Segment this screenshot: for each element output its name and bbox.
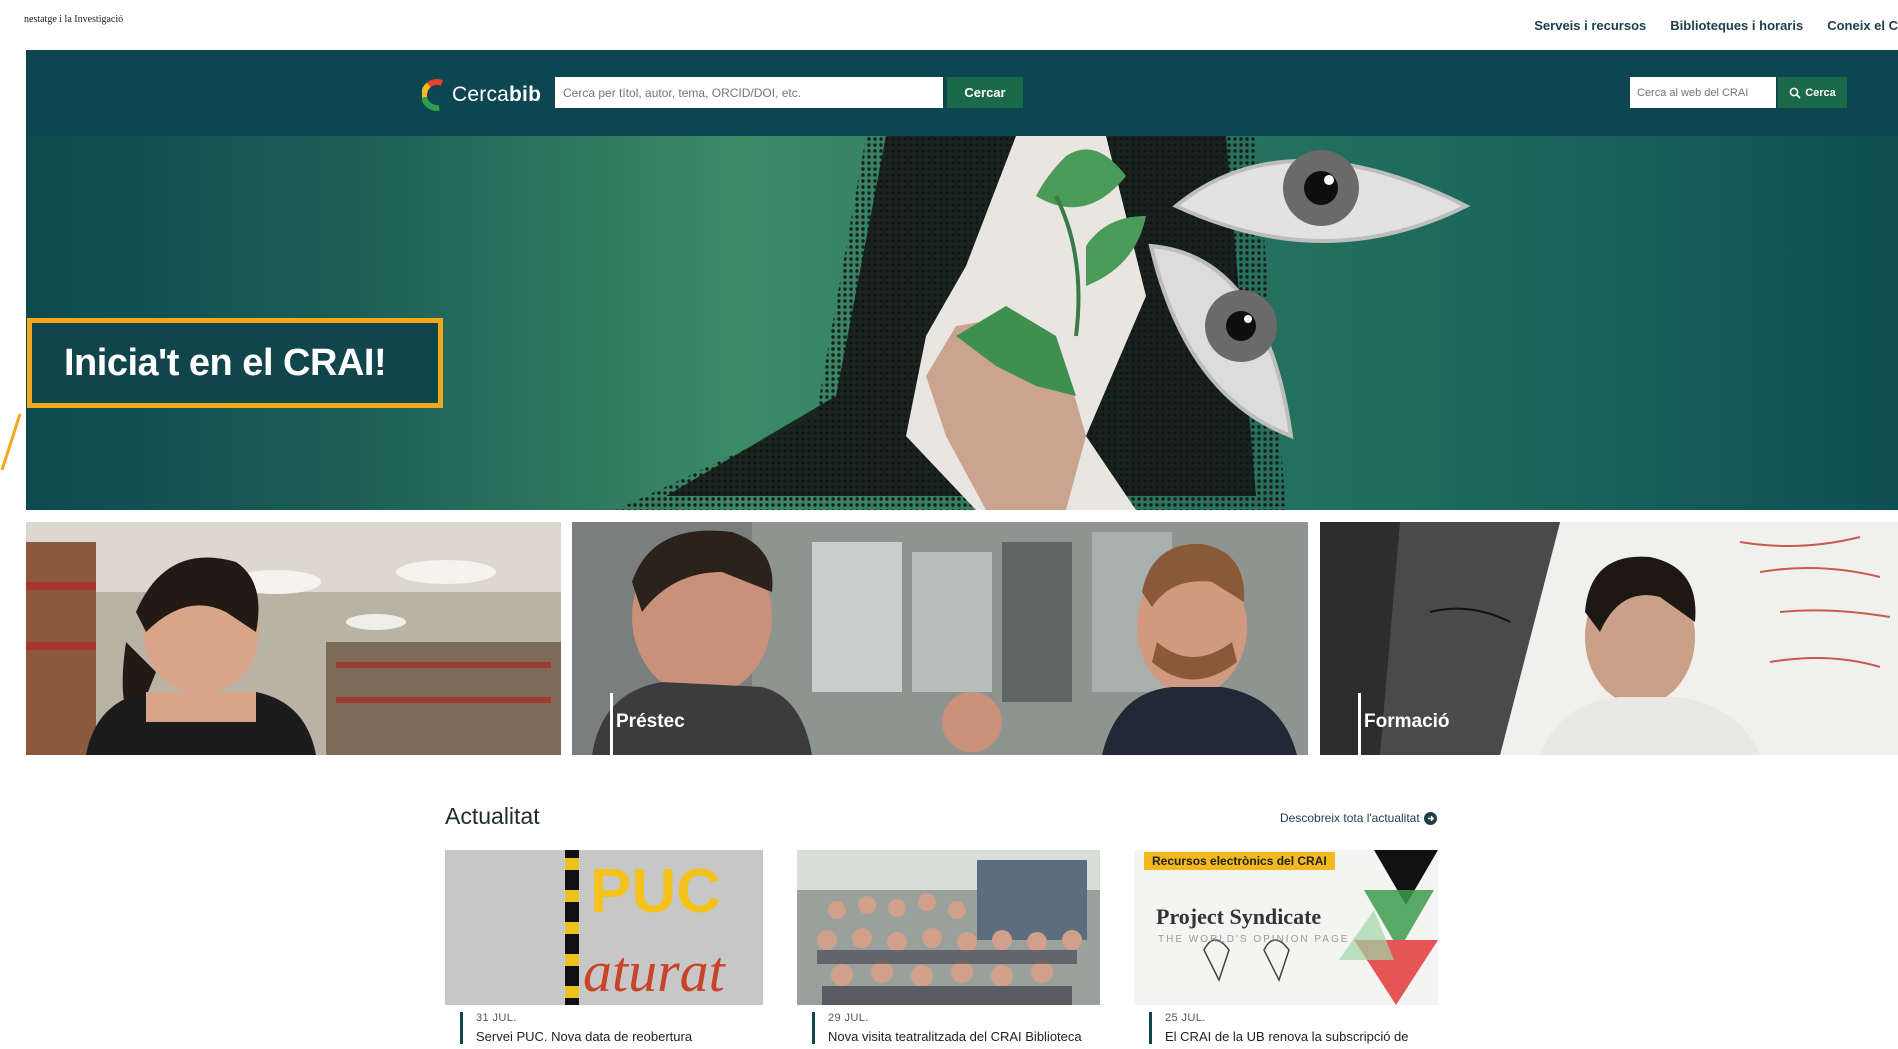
card-biblioteca[interactable] (26, 522, 561, 755)
top-navigation: Serveis i recursos Biblioteques i horari… (1534, 18, 1898, 33)
news-image-puc[interactable]: PUC aturat (445, 850, 763, 1005)
puc-image-text: PUC (590, 857, 721, 926)
cercabib-wordmark: Cercabib (452, 83, 541, 107)
news-headline: Nova visita teatralitzada del CRAI Bibli… (828, 1029, 1082, 1044)
web-search-input[interactable] (1630, 77, 1776, 108)
news-more-label: Descobreix tota l'actualitat (1280, 811, 1420, 825)
cercabib-logo-icon (422, 79, 444, 111)
news-date: 31 JUL. (476, 1012, 517, 1024)
arrow-right-circle-icon (1423, 811, 1437, 825)
hero-pointer-line (0, 413, 22, 471)
card-formacio[interactable]: Formació (1320, 522, 1898, 755)
nav-link-coneix[interactable]: Coneix el C (1827, 18, 1898, 33)
news-headline: Servei PUC. Nova data de reobertura (476, 1029, 693, 1044)
logo-prefix: Cerca (452, 83, 510, 106)
card-label-prestec: Préstec (616, 711, 685, 732)
group-photo (797, 850, 1100, 1005)
cercabib-search-input[interactable] (555, 77, 943, 108)
news-more-link[interactable]: Descobreix tota l'actualitat (1280, 811, 1437, 825)
nav-link-biblioteques[interactable]: Biblioteques i horaris (1670, 18, 1803, 33)
news-section-title: Actualitat (445, 803, 540, 829)
card-accent-bar (610, 693, 613, 755)
news-image-syndicate[interactable]: Recursos electrònics del CRAI Project Sy… (1134, 850, 1438, 1005)
card-prestec[interactable]: Préstec (572, 522, 1308, 755)
news-headline: El CRAI de la UB renova la subscripció d… (1165, 1029, 1409, 1044)
hero-highlight-box[interactable]: Inicia't en el CRAI! (27, 318, 443, 408)
nav-link-serveis[interactable]: Serveis i recursos (1534, 18, 1646, 33)
card-label-formacio: Formació (1364, 711, 1450, 732)
aturat-image-text: aturat (583, 939, 725, 1004)
page-title-cropped: nestatge i la Investigació (24, 14, 124, 25)
cercar-button[interactable]: Cercar (947, 77, 1023, 108)
syndicate-title: Project Syndicate (1156, 904, 1322, 929)
web-search-button[interactable]: Cerca (1778, 77, 1847, 108)
cercabib-logo[interactable]: Cercabib (422, 78, 541, 112)
news-item-3[interactable]: 25 JUL. El CRAI de la UB renova la subsc… (1149, 1012, 1455, 1044)
news-date: 29 JUL. (828, 1012, 869, 1024)
card-accent-bar (1358, 693, 1361, 755)
search-icon (1789, 87, 1801, 99)
news-item-1[interactable]: 31 JUL. Servei PUC. Nova data de reobert… (460, 1012, 776, 1044)
syndicate-subtitle: THE WORLD'S OPINION PAGE (1158, 934, 1350, 945)
logo-suffix: bib (509, 83, 542, 106)
news-image-visit[interactable] (797, 850, 1100, 1005)
hero-title: Inicia't en el CRAI! (64, 341, 387, 384)
news-item-2[interactable]: 29 JUL. Nova visita teatralitzada del CR… (812, 1012, 1118, 1044)
web-search-button-label: Cerca (1805, 86, 1836, 99)
news-date: 25 JUL. (1165, 1012, 1206, 1024)
card-photo-library (26, 522, 561, 755)
